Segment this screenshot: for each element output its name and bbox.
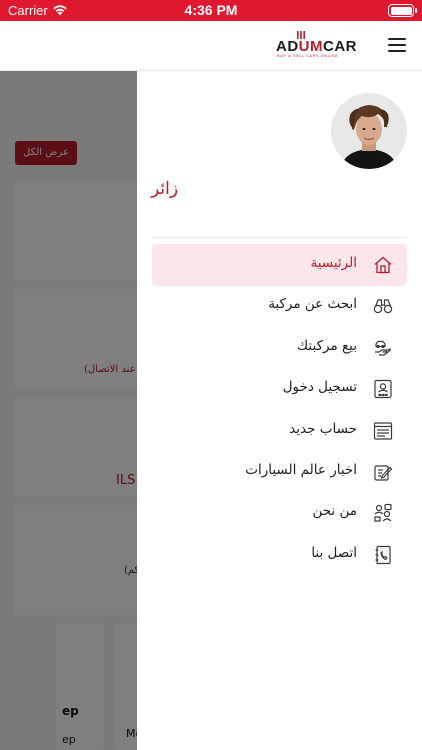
news-edit-icon	[374, 465, 393, 481]
hand-car-icon	[375, 340, 391, 356]
menu-item-label: حساب جديد	[289, 420, 357, 437]
drawer-divider	[152, 237, 407, 238]
avatar-image	[331, 93, 407, 169]
about-us-icon	[374, 504, 392, 523]
menu-item-label: ابحث عن مركبة	[268, 296, 357, 313]
hamburger-icon[interactable]	[388, 38, 406, 52]
menu-item-label: من نحن	[312, 503, 357, 520]
home-icon	[374, 256, 392, 274]
adumcar-logo[interactable]: ADUMCAR BUY & SELL CARS ONLINE	[276, 31, 372, 61]
side-drawer: زائر الرئيسية ابحث عن مركبة بيع مركبتك ت…	[137, 71, 422, 750]
menu-item-new-account[interactable]: حساب جديد	[152, 410, 407, 452]
menu-item-label: بيع مركبتك	[297, 337, 357, 354]
contact-book-icon	[375, 545, 391, 564]
binoculars-icon	[373, 299, 393, 314]
logo-tagline: BUY & SELL CARS ONLINE	[277, 54, 339, 58]
menu-item-home[interactable]: الرئيسية	[152, 244, 407, 286]
menu-item-search-vehicle[interactable]: ابحث عن مركبة	[152, 285, 407, 327]
menu-item-about-us[interactable]: من نحن	[152, 492, 407, 534]
menu-item-label: اتصل بنا	[311, 544, 357, 561]
avatar	[331, 93, 407, 169]
status-bar: Carrier 4:36 PM	[0, 0, 422, 21]
menu-item-label: اخبار عالم السيارات	[245, 462, 357, 479]
clock-label: 4:36 PM	[184, 2, 238, 18]
user-name: زائر	[151, 179, 179, 199]
menu-item-label: تسجيل دخول	[282, 379, 357, 396]
logo-wordmark: ADUMCAR	[276, 38, 357, 55]
menu-item-login[interactable]: تسجيل دخول	[152, 368, 407, 410]
login-card-icon	[374, 380, 392, 399]
top-nav-bar: ADUMCAR BUY & SELL CARS ONLINE	[0, 21, 422, 71]
menu-item-car-news[interactable]: اخبار عالم السيارات	[152, 451, 407, 493]
new-account-icon	[373, 422, 393, 440]
app-screen: Carrier 4:36 PM ADUMCAR BUY & SELL CARS …	[0, 0, 422, 750]
menu-item-label: الرئيسية	[310, 255, 358, 271]
menu-item-sell-vehicle[interactable]: بيع مركبتك	[152, 327, 407, 369]
battery-icon	[388, 4, 417, 17]
menu-item-contact-us[interactable]: اتصل بنا	[152, 534, 407, 576]
drawer-menu: الرئيسية ابحث عن مركبة بيع مركبتك تسجيل …	[152, 244, 407, 575]
